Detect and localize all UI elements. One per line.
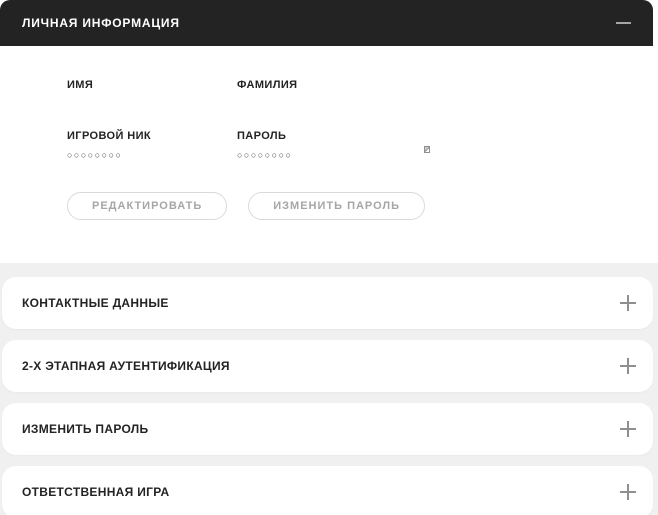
- account-settings-page: ЛИЧНАЯ ИНФОРМАЦИЯ ИМЯ ФАМИЛИЯ ИГРОВОЙ НИ…: [0, 0, 658, 515]
- plus-icon[interactable]: [620, 421, 636, 437]
- section-title-personal-info: ЛИЧНАЯ ИНФОРМАЦИЯ: [22, 16, 180, 30]
- broken-image-icon: [424, 146, 430, 153]
- field-label-last-name: ФАМИЛИЯ: [237, 79, 653, 92]
- field-label-password: ПАРОЛЬ: [237, 130, 653, 143]
- change-password-button[interactable]: ИЗМЕНИТЬ ПАРОЛЬ: [248, 192, 425, 220]
- field-label-game-nickname: ИГРОВОЙ НИК: [67, 130, 237, 143]
- field-game-nickname: ИГРОВОЙ НИК ○○○○○○○○: [67, 130, 237, 161]
- section-personal-info: ЛИЧНАЯ ИНФОРМАЦИЯ ИМЯ ФАМИЛИЯ ИГРОВОЙ НИ…: [0, 0, 653, 263]
- plus-icon[interactable]: [620, 484, 636, 500]
- personal-info-body: ИМЯ ФАМИЛИЯ ИГРОВОЙ НИК ○○○○○○○○ ПАРОЛЬ …: [0, 46, 653, 263]
- section-title-change-password: ИЗМЕНИТЬ ПАРОЛЬ: [22, 422, 148, 436]
- section-title-responsible-gaming: ОТВЕТСТВЕННАЯ ИГРА: [22, 485, 169, 499]
- field-password: ПАРОЛЬ ○○○○○○○○: [237, 130, 653, 161]
- section-two-step-auth[interactable]: 2-Х ЭТАПНАЯ АУТЕНТИФИКАЦИЯ: [2, 340, 653, 392]
- minus-icon-bar: [616, 22, 631, 24]
- section-contact-data[interactable]: КОНТАКТНЫЕ ДАННЫЕ: [2, 277, 653, 329]
- field-value-last-name: [237, 99, 653, 110]
- section-header-personal-info[interactable]: ЛИЧНАЯ ИНФОРМАЦИЯ: [0, 0, 653, 46]
- section-title-two-step-auth: 2-Х ЭТАПНАЯ АУТЕНТИФИКАЦИЯ: [22, 359, 230, 373]
- field-value-first-name: [67, 99, 237, 110]
- personal-info-actions: РЕДАКТИРОВАТЬ ИЗМЕНИТЬ ПАРОЛЬ: [67, 192, 653, 220]
- minus-icon[interactable]: [614, 14, 632, 32]
- field-label-first-name: ИМЯ: [67, 79, 237, 92]
- personal-info-fields: ИМЯ ФАМИЛИЯ ИГРОВОЙ НИК ○○○○○○○○ ПАРОЛЬ …: [67, 79, 653, 161]
- section-title-contact-data: КОНТАКТНЫЕ ДАННЫЕ: [22, 296, 169, 310]
- field-first-name: ИМЯ: [67, 79, 237, 110]
- section-change-password[interactable]: ИЗМЕНИТЬ ПАРОЛЬ: [2, 403, 653, 455]
- field-last-name: ФАМИЛИЯ: [237, 79, 653, 110]
- field-value-game-nickname: ○○○○○○○○: [67, 150, 237, 161]
- plus-icon[interactable]: [620, 358, 636, 374]
- edit-button[interactable]: РЕДАКТИРОВАТЬ: [67, 192, 227, 220]
- field-value-password: ○○○○○○○○: [237, 150, 653, 161]
- plus-icon[interactable]: [620, 295, 636, 311]
- section-responsible-gaming[interactable]: ОТВЕТСТВЕННАЯ ИГРА: [2, 466, 653, 515]
